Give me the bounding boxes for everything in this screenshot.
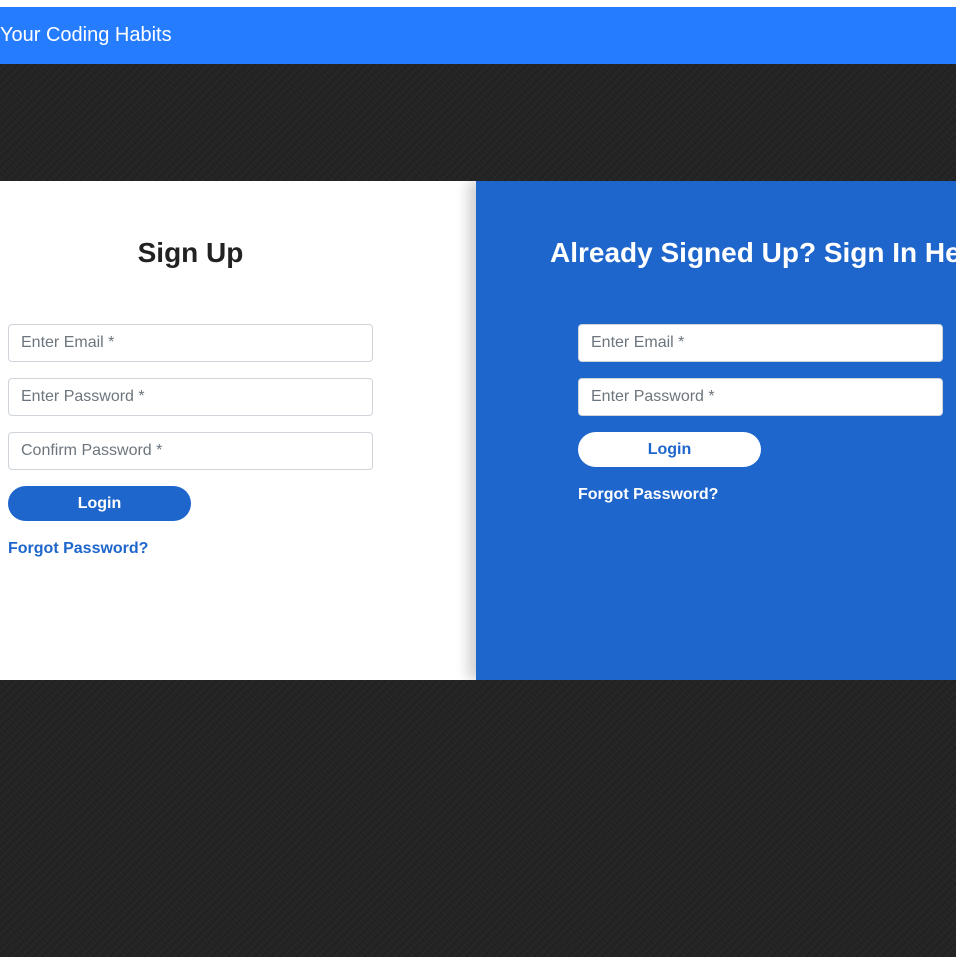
- brand-title[interactable]: Your Coding Habits: [0, 7, 172, 64]
- signup-login-button[interactable]: Login: [8, 486, 191, 521]
- signup-confirm-password-input[interactable]: [8, 432, 373, 470]
- signin-password-input[interactable]: [578, 378, 943, 416]
- signup-panel: Sign Up Login Forgot Password?: [0, 181, 476, 680]
- signin-email-input[interactable]: [578, 324, 943, 362]
- signin-title: Already Signed Up? Sign In Here: [550, 237, 956, 268]
- signin-forgot-password-link[interactable]: Forgot Password?: [578, 486, 718, 504]
- signin-panel: Already Signed Up? Sign In Here Login Fo…: [476, 181, 956, 680]
- signin-login-button[interactable]: Login: [578, 432, 761, 467]
- signup-email-input[interactable]: [8, 324, 373, 362]
- signup-title: Sign Up: [137, 237, 244, 268]
- top-strip: [0, 0, 956, 7]
- navbar: Your Coding Habits: [0, 7, 956, 64]
- auth-card: Sign Up Login Forgot Password? Already S…: [0, 181, 956, 680]
- signup-password-input[interactable]: [8, 378, 373, 416]
- signup-forgot-password-link[interactable]: Forgot Password?: [8, 540, 148, 558]
